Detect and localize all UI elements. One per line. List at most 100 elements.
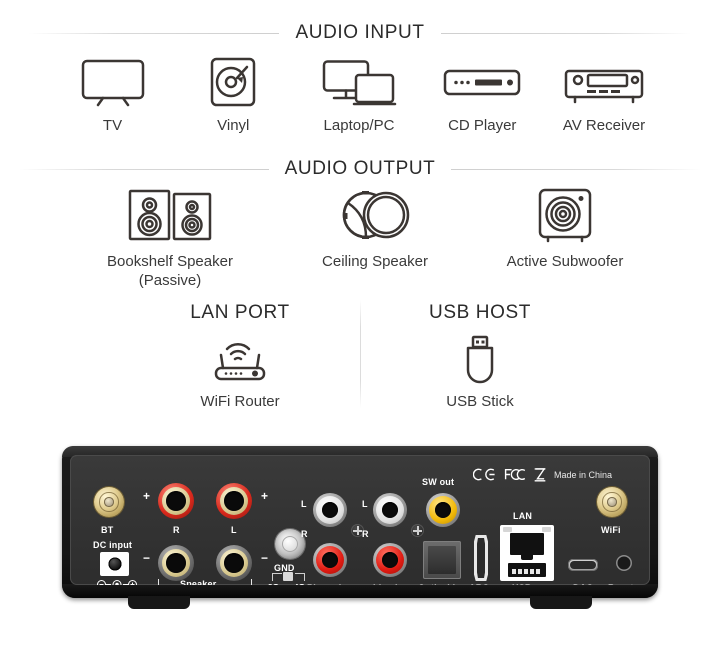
wifi-label: WiFi <box>601 525 621 535</box>
tv-icon <box>81 59 144 107</box>
wifi-antenna-connector[interactable] <box>597 487 627 517</box>
bookshelf-speaker-icon <box>128 189 212 241</box>
speaker-l-positive-post[interactable] <box>216 483 252 519</box>
sw-out-label: SW out <box>422 477 455 487</box>
output-label-bookshelf-speaker: Bookshelf Speaker (Passive) <box>107 253 233 289</box>
speaker-r-positive-post[interactable] <box>158 483 194 519</box>
line-l-label: L <box>362 499 368 509</box>
output-label-active-subwoofer: Active Subwoofer <box>506 253 624 270</box>
dc-input-label: DC input <box>93 540 133 550</box>
ce-mark-icon <box>473 468 495 481</box>
page-root: AUDIO INPUT TV Vinyl Laptop/PC CD Player… <box>0 0 720 652</box>
usb-stick-icon <box>466 335 494 384</box>
audio-output-row: Bookshelf Speaker (Passive) Ceiling Spea… <box>75 186 645 291</box>
output-item-active-subwoofer[interactable]: Active Subwoofer <box>485 186 645 272</box>
speaker-minus-left: − <box>143 551 151 565</box>
rj45-lan-port[interactable] <box>503 527 551 560</box>
audio-input-heading: AUDIO INPUT <box>0 22 720 44</box>
device-panel-face: BT DC input + + R L − − Speaker GND R L … <box>70 455 650 585</box>
lan-port-title: LAN PORT <box>190 302 290 323</box>
impedance-bracket-8ohm <box>272 573 282 581</box>
av-receiver-icon <box>564 69 644 104</box>
bt-antenna-connector[interactable] <box>94 487 124 517</box>
impedance-4ohm-label: 4Ω <box>294 583 305 585</box>
usb-item-usb-stick[interactable]: USB Stick <box>405 334 555 412</box>
wifi-router-icon <box>214 342 266 381</box>
output-item-ceiling-speaker[interactable]: Ceiling Speaker <box>300 186 450 272</box>
usb-host-title: USB HOST <box>429 302 531 323</box>
phono-in-right-jack[interactable] <box>313 543 347 577</box>
turntable-icon <box>211 57 256 107</box>
output-label-ceiling-speaker: Ceiling Speaker <box>322 253 428 270</box>
input-item-av-receiver[interactable]: AV Receiver <box>548 56 660 136</box>
sw-out-jack[interactable] <box>426 493 460 527</box>
reset-pinhole[interactable] <box>616 555 632 571</box>
audio-output-heading: AUDIO OUTPUT <box>0 158 720 180</box>
lan-item-wifi-router[interactable]: WiFi Router <box>165 334 315 412</box>
usb-c-dac-port[interactable] <box>568 559 598 571</box>
line-in-right-jack[interactable] <box>373 543 407 577</box>
dc-input-jack[interactable] <box>100 552 129 576</box>
audio-output-title: AUDIO OUTPUT <box>284 158 436 179</box>
input-item-cd-player[interactable]: CD Player <box>432 56 532 136</box>
input-label-vinyl: Vinyl <box>217 117 250 134</box>
impedance-switch[interactable] <box>283 572 293 581</box>
optical-in-label: Optical in <box>418 583 461 585</box>
phono-r-label: R <box>301 529 308 539</box>
cd-player-icon <box>444 69 521 96</box>
laptop-pc-icon <box>322 60 397 106</box>
lan-label: LAN <box>513 511 533 521</box>
arc-label: ARC <box>469 583 489 585</box>
speaker-minus-right: − <box>261 551 269 565</box>
heading-rule-left <box>29 32 280 34</box>
heading-rule-right-2 <box>451 168 702 170</box>
usb-label-usb-stick: USB Stick <box>446 393 514 410</box>
output-item-bookshelf-speaker[interactable]: Bookshelf Speaker (Passive) <box>75 186 265 291</box>
speaker-group-label: Speaker <box>180 579 217 585</box>
bt-label: BT <box>101 525 114 535</box>
input-label-cd-player: CD Player <box>448 117 517 134</box>
device-rear-panel: BT DC input + + R L − − Speaker GND R L … <box>62 446 658 609</box>
speaker-r-label: R <box>173 525 180 535</box>
made-in-china-label: Made in China <box>554 469 613 480</box>
speaker-l-label: L <box>231 525 237 535</box>
input-item-laptop-pc[interactable]: Laptop/PC <box>302 56 417 136</box>
speaker-plus-left: + <box>143 489 151 503</box>
input-item-vinyl[interactable]: Vinyl <box>181 56 286 136</box>
speaker-r-negative-post[interactable] <box>158 545 194 581</box>
panel-screw-right <box>411 524 424 537</box>
reset-label: Reset <box>608 583 634 585</box>
impedance-bracket-4ohm <box>295 573 305 581</box>
speaker-plus-right: + <box>261 489 269 503</box>
optical-in-port[interactable] <box>423 541 461 579</box>
input-label-laptop-pc: Laptop/PC <box>323 117 395 134</box>
lan-usb-block <box>500 525 554 581</box>
speaker-bracket-left <box>158 579 174 585</box>
device-foot-left <box>128 596 190 609</box>
dc-polarity-icon <box>97 580 137 585</box>
heading-rule-right <box>440 32 691 34</box>
ceiling-speaker-icon <box>342 191 410 239</box>
speaker-l-negative-post[interactable] <box>216 545 252 581</box>
weee-bin-icon <box>534 468 546 482</box>
fcc-mark-icon <box>504 469 526 480</box>
regulatory-marks: Made in China <box>473 467 612 482</box>
lan-label-wifi-router: WiFi Router <box>200 393 280 410</box>
device-foot-right <box>530 596 592 609</box>
active-subwoofer-icon <box>538 188 592 243</box>
line-r-label: R <box>362 529 369 539</box>
usb-a-port[interactable] <box>508 563 546 577</box>
input-item-tv[interactable]: TV <box>60 56 165 136</box>
input-label-av-receiver: AV Receiver <box>562 117 646 134</box>
heading-rule-left-2 <box>18 168 269 170</box>
phono-in-left-jack[interactable] <box>313 493 347 527</box>
lan-usb-divider <box>360 300 361 408</box>
impedance-8ohm-label: 8Ω <box>268 583 279 585</box>
line-in-label: Line in <box>373 583 403 585</box>
speaker-bracket-right <box>236 579 252 585</box>
usb-port-label: USB <box>512 583 532 585</box>
input-label-tv: TV <box>102 117 123 134</box>
line-in-left-jack[interactable] <box>373 493 407 527</box>
hdmi-arc-port[interactable] <box>474 535 488 581</box>
audio-input-row: TV Vinyl Laptop/PC CD Player AV Receiver <box>60 56 660 136</box>
